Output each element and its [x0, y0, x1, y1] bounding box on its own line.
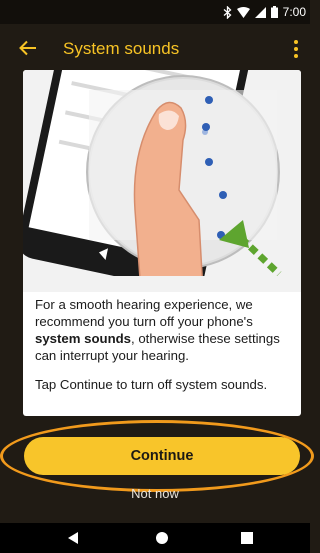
status-time: 7:00 — [282, 5, 306, 19]
instruction-text: Tap Continue to turn off system sounds. — [35, 377, 268, 392]
nav-back-icon[interactable] — [66, 531, 80, 545]
more-vert-icon[interactable] — [290, 38, 302, 60]
system-sounds-emphasis: system sounds — [35, 331, 132, 346]
battery-icon — [270, 6, 278, 18]
cell-signal-icon — [254, 6, 266, 18]
system-nav-bar — [0, 523, 310, 553]
phone-tap-illustration — [23, 70, 301, 292]
recommendation-text: For a smooth hearing experience, we reco… — [35, 297, 280, 363]
app-bar: System sounds — [0, 24, 310, 72]
nav-home-icon[interactable] — [155, 531, 169, 545]
arrow-left-icon[interactable] — [17, 37, 39, 59]
status-icons: 7:00 — [223, 5, 306, 19]
status-bar: 7:00 — [0, 0, 310, 24]
info-card: For a smooth hearing experience, we reco… — [23, 70, 301, 416]
not-now-button[interactable]: Not now — [0, 486, 310, 501]
card-body-text: For a smooth hearing experience, we reco… — [35, 296, 297, 405]
page-title: System sounds — [63, 39, 180, 58]
bluetooth-icon — [223, 5, 232, 19]
wifi-icon — [236, 6, 250, 18]
continue-button[interactable]: Continue — [24, 437, 300, 475]
nav-recents-icon[interactable] — [241, 532, 253, 544]
